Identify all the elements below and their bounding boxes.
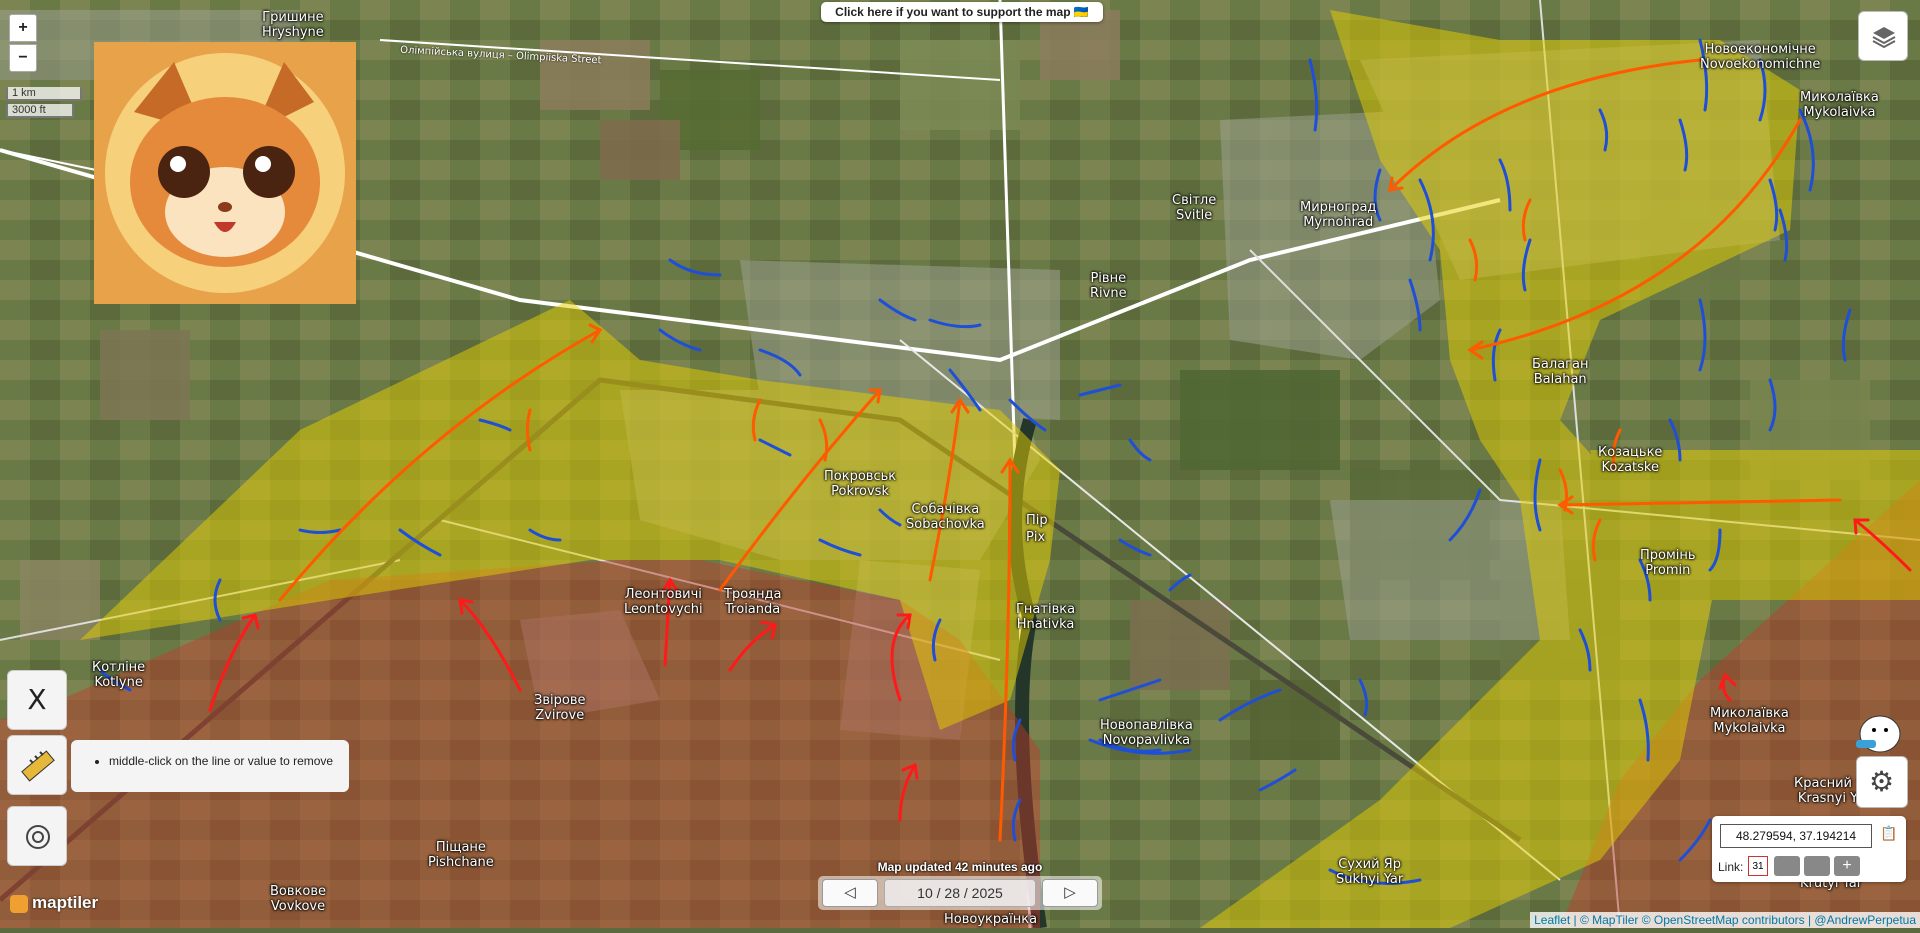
place-zvirove: Звірове Zvirove: [534, 693, 586, 723]
place-pokrovsk: Покровськ Pokrovsk: [824, 469, 897, 499]
place-kotlyne: Котліне Kotlyne: [92, 660, 146, 690]
link-label: Link:: [1718, 860, 1744, 874]
support-map-banner[interactable]: Click here if you want to support the ma…: [821, 2, 1103, 22]
scale-metric: 1 km: [6, 87, 82, 101]
x-share-button[interactable]: X: [7, 670, 67, 730]
search-icon[interactable]: [1804, 856, 1830, 876]
zoom-in-button[interactable]: +: [9, 14, 37, 42]
date-value: 10 / 28 / 2025: [917, 885, 1003, 901]
ruler-icon: [20, 748, 56, 789]
place-sukhyi-yar: Сухий Яр Sukhyi Yar: [1336, 857, 1404, 887]
layers-icon: [1871, 24, 1897, 55]
place-sobachovka: Собачівка Sobachovka: [906, 502, 985, 532]
date-picker[interactable]: 10 / 28 / 2025: [884, 879, 1036, 907]
leaflet-link[interactable]: Leaflet: [1534, 913, 1570, 927]
next-date-button[interactable]: ▷: [1042, 879, 1098, 907]
cat-mascot-image: [94, 42, 356, 304]
place-mykolaivka-north: Миколаївка Mykolaivka: [1800, 90, 1879, 120]
target-icon: [24, 823, 52, 856]
maptiler-logo[interactable]: maptiler: [10, 893, 98, 913]
place-balahan: Балаган Balahan: [1532, 357, 1589, 387]
place-svitle: Світле Svitle: [1172, 193, 1217, 223]
place-pir: Пір: [1026, 513, 1048, 528]
locate-button[interactable]: [7, 806, 67, 866]
maptiler-logo-icon: [10, 894, 28, 913]
date-navigation: ◁ 10 / 28 / 2025 ▷: [818, 876, 1102, 910]
mascot-icon: [1850, 700, 1910, 760]
zoom-out-button[interactable]: −: [9, 44, 37, 72]
place-troianda: Троянда Troianda: [724, 587, 782, 617]
coordinate-panel: 48.279594, 37.194214 📋 Link: 31 +: [1712, 816, 1906, 882]
world-map-icon[interactable]: [1774, 856, 1800, 876]
x-logo-icon: X: [27, 683, 47, 716]
ruler-tool-button[interactable]: [7, 735, 67, 795]
calendar-icon[interactable]: 31: [1748, 856, 1768, 876]
coordinate-input[interactable]: 48.279594, 37.194214: [1720, 824, 1872, 848]
tooltip-item: middle-click on the line or value to rem…: [109, 754, 349, 768]
place-novopavlivka: Новопавлівка Novopavlivka: [1100, 718, 1193, 748]
place-promin: Промінь Promin: [1640, 548, 1696, 578]
clipboard-icon[interactable]: 📋: [1880, 825, 1897, 842]
layers-button[interactable]: [1858, 11, 1908, 61]
place-rivne: Рівне Rivne: [1090, 271, 1127, 301]
author-link[interactable]: @AndrewPerpetua: [1814, 913, 1916, 927]
place-leontovychi: Леонтовичі Leontovychi: [624, 587, 703, 617]
settings-button[interactable]: ⚙: [1856, 756, 1908, 808]
scale-imperial: 3000 ft: [6, 104, 74, 118]
place-hryshyne: Гришине Hryshyne: [262, 10, 324, 40]
place-novoekonomichne: Новоекономічне Novoekonomichne: [1700, 42, 1821, 72]
osm-link[interactable]: © OpenStreetMap contributors: [1642, 913, 1805, 927]
place-myrnohrad: Мирноград Myrnohrad: [1300, 200, 1377, 230]
gear-icon: ⚙: [1869, 765, 1895, 798]
map-updated-text: Map updated 42 minutes ago: [877, 860, 1043, 874]
place-rih: Ріх: [1026, 530, 1046, 545]
place-vovkove: Вовкове Vovkove: [270, 884, 326, 914]
place-pishchane: Піщане Pishchane: [428, 840, 494, 870]
place-mykolaivka-south: Миколаївка Mykolaivka: [1710, 706, 1789, 736]
prev-date-button[interactable]: ◁: [822, 879, 878, 907]
crosshair-icon[interactable]: +: [1834, 856, 1860, 876]
place-hnativka: Гнатівка Hnativka: [1016, 602, 1076, 632]
maptiler-link[interactable]: © MapTiler: [1580, 913, 1638, 927]
place-novoukrainka: Новоукраїнка: [944, 912, 1038, 927]
ruler-tooltip: middle-click on the line or value to rem…: [71, 740, 349, 792]
place-kozatske: Козацьке Kozatske: [1598, 445, 1663, 475]
map-attribution: Leaflet | © MapTiler © OpenStreetMap con…: [1530, 912, 1920, 928]
